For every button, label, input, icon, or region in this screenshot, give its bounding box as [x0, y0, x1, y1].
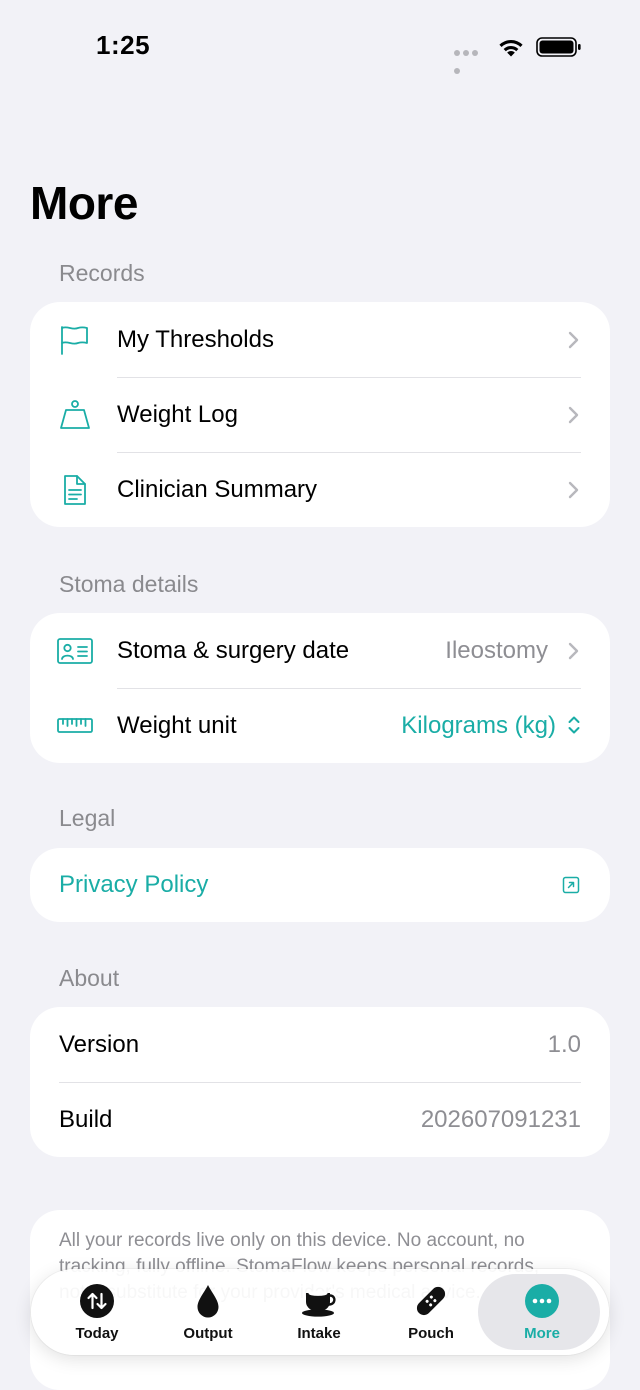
scale-icon — [60, 400, 90, 429]
external-link-icon — [562, 876, 580, 894]
tab-label: Intake — [297, 1325, 341, 1342]
row-label: My Thresholds — [117, 326, 274, 353]
row-label: Version — [59, 1031, 140, 1058]
records-card: My Thresholds Weight Log Clinician Summa… — [30, 302, 610, 527]
drop-icon — [197, 1285, 219, 1318]
cup-icon — [302, 1291, 336, 1317]
row-value: 202607091231 — [420, 1106, 581, 1133]
tab-more[interactable]: More — [478, 1269, 600, 1355]
row-weight-log[interactable]: Weight Log — [30, 377, 610, 452]
row-stoma-surgery-date[interactable]: Stoma & surgery date Ileostomy — [30, 613, 610, 688]
tab-label: Output — [183, 1325, 233, 1342]
tab-bar: Today Output Intake Pouch More — [31, 1269, 609, 1355]
section-header-stoma: Stoma details — [59, 571, 199, 597]
chevron-right-icon — [568, 406, 579, 424]
about-card: Version 1.0 Build 202607091231 — [30, 1007, 610, 1157]
section-header-records: Records — [59, 260, 145, 286]
row-label: Stoma & surgery date — [117, 637, 350, 664]
row-label: Build — [59, 1106, 113, 1133]
tab-label: Pouch — [408, 1325, 454, 1342]
tab-pouch[interactable]: Pouch — [375, 1269, 487, 1355]
row-label: Weight Log — [117, 401, 238, 428]
legal-card: Privacy Policy — [30, 848, 610, 922]
row-clinician-summary[interactable]: Clinician Summary — [30, 452, 610, 527]
id-card-icon — [57, 638, 93, 664]
wifi-icon — [499, 40, 523, 57]
stoma-card: Stoma & surgery date Ileostomy Weight un… — [30, 613, 610, 763]
row-weight-unit[interactable]: Weight unit Kilograms (kg) — [30, 688, 610, 763]
privacy-policy-link[interactable]: Privacy Policy — [59, 848, 208, 922]
document-icon — [64, 475, 86, 505]
flag-icon — [61, 326, 88, 355]
row-version: Version 1.0 — [30, 1007, 610, 1082]
row-label: Clinician Summary — [117, 476, 318, 503]
row-value: Ileostomy — [445, 637, 548, 664]
bandage-icon — [416, 1286, 446, 1316]
battery-icon — [536, 37, 581, 57]
tab-output[interactable]: Output — [152, 1269, 264, 1355]
arrows-updown-icon — [80, 1284, 114, 1318]
section-header-legal: Legal — [59, 805, 116, 831]
section-header-about: About — [59, 965, 120, 991]
row-build: Build 202607091231 — [30, 1082, 610, 1157]
tab-label: More — [524, 1325, 560, 1342]
cellular-signal-icon — [454, 50, 488, 74]
row-label: Weight unit — [117, 712, 237, 739]
chevron-up-down-icon — [568, 716, 580, 734]
row-my-thresholds[interactable]: My Thresholds — [30, 302, 610, 377]
tab-label: Today — [75, 1325, 119, 1342]
chevron-right-icon — [568, 642, 579, 660]
status-time: 1:25 — [96, 30, 151, 60]
tab-intake[interactable]: Intake — [263, 1269, 375, 1355]
page-title: More — [30, 177, 138, 229]
row-privacy-policy[interactable]: Privacy Policy — [30, 848, 610, 922]
chevron-right-icon — [568, 331, 579, 349]
status-bar: 1:25 — [0, 0, 640, 95]
ruler-icon — [57, 718, 93, 733]
ellipsis-icon — [525, 1284, 559, 1318]
tab-today[interactable]: Today — [41, 1269, 153, 1355]
weight-unit-select[interactable]: Kilograms (kg) — [401, 688, 556, 763]
chevron-right-icon — [568, 481, 579, 499]
row-value: 1.0 — [547, 1031, 581, 1058]
